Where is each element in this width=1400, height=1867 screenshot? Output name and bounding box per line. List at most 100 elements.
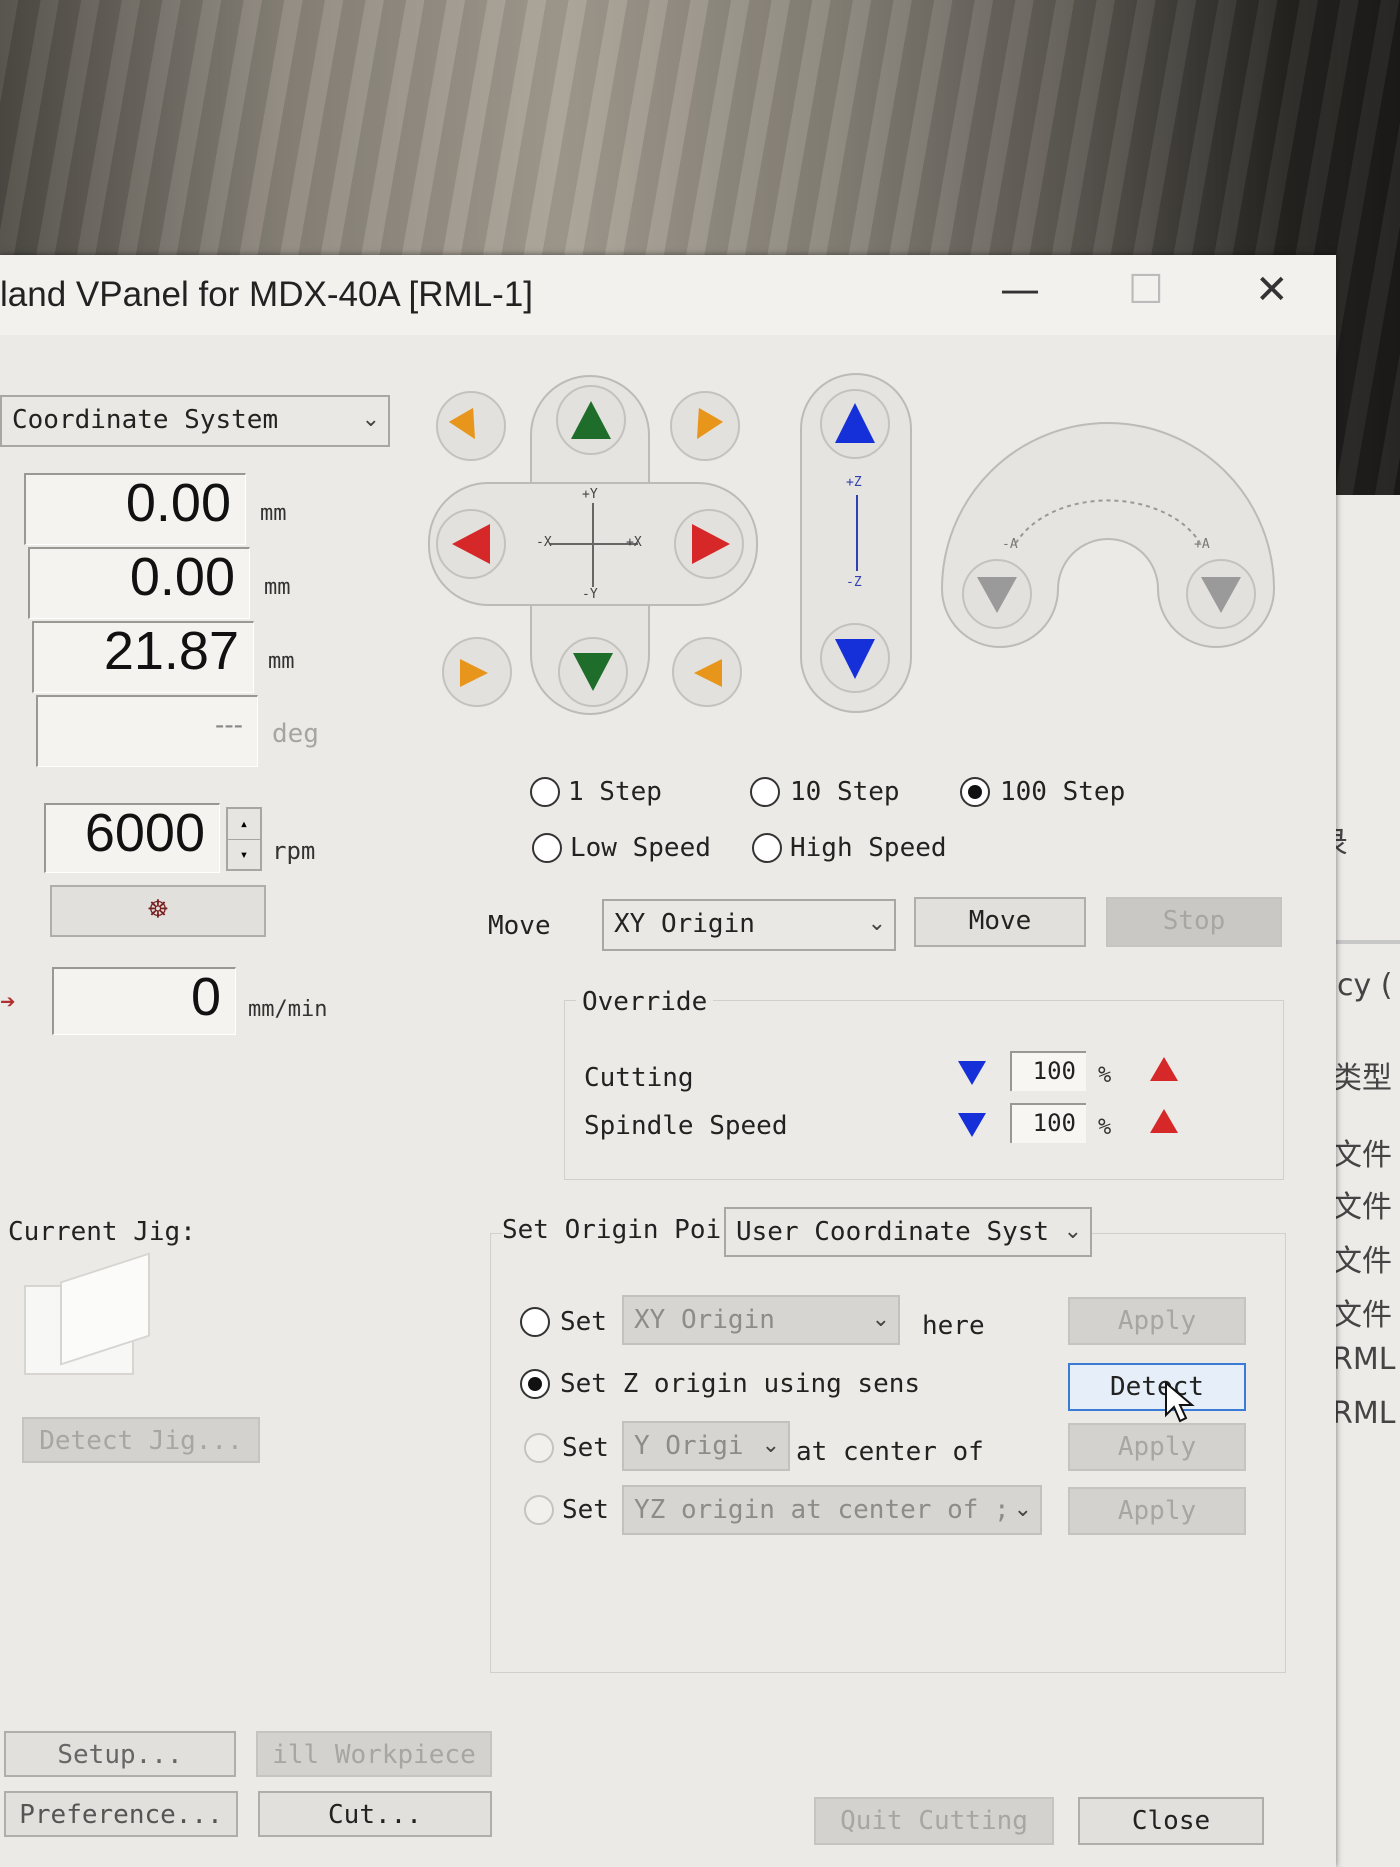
cutting-decrease-icon[interactable] <box>958 1061 986 1085</box>
stepper-down-icon[interactable]: ▾ <box>228 839 260 870</box>
jog-plus-y-button[interactable] <box>556 385 626 455</box>
chevron-down-icon: ⌄ <box>361 407 380 432</box>
jog-plus-a-button[interactable] <box>1186 559 1256 629</box>
spindle-percent-unit: % <box>1098 1115 1112 1140</box>
chevron-down-icon: ⌄ <box>871 1307 890 1332</box>
x-unit: mm <box>260 501 287 526</box>
row4-origin-select[interactable]: YZ origin at center of ; ⌄ <box>622 1485 1042 1535</box>
current-jig-label: Current Jig: <box>8 1217 196 1247</box>
radio-step-1[interactable] <box>530 777 560 807</box>
chevron-down-icon: ⌄ <box>867 911 886 936</box>
vpanel-window[interactable]: land VPanel for MDX-40A [RML-1] — ☐ ✕ Co… <box>0 255 1336 1867</box>
feed-arrow-icon: ➔ <box>0 987 16 1017</box>
minus-x-label: -X <box>536 535 552 550</box>
spindle-speed-input[interactable]: 6000 <box>44 803 220 873</box>
jog-minus-x-minus-y-button[interactable] <box>442 637 512 707</box>
side-text-4: 文件 <box>1332 1138 1392 1173</box>
radio-low-speed[interactable] <box>532 833 562 863</box>
move-target-select[interactable]: XY Origin ⌄ <box>602 899 896 951</box>
apply-yz-center-button[interactable]: Apply <box>1068 1487 1246 1535</box>
row3-origin-select[interactable]: Y Origi ⌄ <box>622 1421 790 1471</box>
spindle-increase-icon[interactable] <box>1150 1109 1178 1133</box>
spindle-override-label: Spindle Speed <box>584 1111 788 1141</box>
arrow-diagonal-icon <box>684 407 724 447</box>
xy-cross-horizontal <box>550 543 638 545</box>
row1-set-label: Set <box>560 1307 607 1337</box>
arrow-up-icon <box>835 403 875 443</box>
arrow-diagonal-icon <box>694 659 722 687</box>
close-window-button[interactable]: ✕ <box>1255 267 1289 313</box>
row4-set-label: Set <box>562 1495 609 1525</box>
jog-plus-x-minus-y-button[interactable] <box>672 637 742 707</box>
radio-set-xy-here[interactable] <box>520 1307 550 1337</box>
cut-button[interactable]: Cut... <box>258 1791 492 1837</box>
jog-plus-z-button[interactable] <box>820 389 890 459</box>
detect-z-button[interactable]: Detect <box>1068 1363 1246 1411</box>
mouse-cursor-icon <box>1165 1381 1195 1423</box>
minus-z-label: -Z <box>846 575 862 590</box>
minimize-button[interactable]: — <box>1000 267 1040 313</box>
radio-step-100[interactable] <box>960 777 990 807</box>
arrow-down-icon <box>977 577 1017 613</box>
spindle-decrease-icon[interactable] <box>958 1113 986 1137</box>
low-speed-label: Low Speed <box>570 833 711 863</box>
row1-origin-select[interactable]: XY Origin ⌄ <box>622 1295 900 1345</box>
plus-a-label: +A <box>1194 537 1210 552</box>
jog-plus-x-plus-y-button[interactable] <box>670 391 740 461</box>
x-coordinate-readout: 0.00 <box>24 473 246 545</box>
arrow-right-icon <box>692 524 730 564</box>
arrow-diagonal-icon <box>448 407 488 447</box>
close-button[interactable]: Close <box>1078 1797 1264 1845</box>
spindle-toggle-button[interactable]: ☸ <box>50 885 266 937</box>
jog-minus-y-button[interactable] <box>558 637 628 707</box>
row1-here-label: here <box>922 1311 985 1341</box>
coordinate-system-select[interactable]: Coordinate System ⌄ <box>0 395 390 447</box>
cutting-override-value: 100 <box>1010 1051 1086 1091</box>
jog-minus-z-button[interactable] <box>820 623 890 693</box>
radio-step-10[interactable] <box>750 777 780 807</box>
jog-plus-x-button[interactable] <box>674 509 744 579</box>
jog-minus-a-button[interactable] <box>962 559 1032 629</box>
cutting-increase-icon[interactable] <box>1150 1057 1178 1081</box>
spindle-speed-stepper[interactable]: ▴ ▾ <box>226 807 262 871</box>
title-bar[interactable]: land VPanel for MDX-40A [RML-1] — ☐ ✕ <box>0 255 1336 335</box>
arrow-down-icon <box>1201 577 1241 613</box>
apply-y-center-button[interactable]: Apply <box>1068 1423 1246 1471</box>
fill-workpiece-button[interactable]: ill Workpiece <box>256 1731 492 1777</box>
move-button[interactable]: Move <box>914 897 1086 947</box>
plus-y-label: +Y <box>582 487 598 502</box>
step-10-label: 10 Step <box>790 777 900 807</box>
arrow-left-icon <box>452 524 490 564</box>
radio-high-speed[interactable] <box>752 833 782 863</box>
a-unit: deg <box>272 719 319 749</box>
stop-button[interactable]: Stop <box>1106 897 1282 947</box>
radio-set-y-center[interactable] <box>524 1433 554 1463</box>
setup-button[interactable]: Setup... <box>4 1731 236 1777</box>
chevron-down-icon: ⌄ <box>1013 1497 1032 1522</box>
quit-cutting-button[interactable]: Quit Cutting <box>814 1797 1054 1845</box>
spindle-unit: rpm <box>272 837 316 865</box>
minus-y-label: -Y <box>582 587 598 602</box>
row3-center-label: at center of <box>796 1437 984 1467</box>
minus-a-label: -A <box>1002 537 1018 552</box>
jig-cube-top-icon <box>60 1252 150 1366</box>
row1-origin-value: XY Origin <box>634 1305 775 1335</box>
apply-xy-origin-button[interactable]: Apply <box>1068 1297 1246 1345</box>
radio-set-z-sensor[interactable] <box>520 1369 550 1399</box>
maximize-button[interactable]: ☐ <box>1128 267 1164 313</box>
z-axis-line <box>856 495 858 571</box>
side-text-5: 文件 <box>1332 1190 1392 1225</box>
feed-rate-readout: 0 <box>52 967 236 1035</box>
spindle-override-value: 100 <box>1010 1103 1086 1143</box>
jog-minus-x-plus-y-button[interactable] <box>436 391 506 461</box>
detect-jig-button[interactable]: Detect Jig... <box>22 1417 260 1463</box>
preference-button[interactable]: Preference... <box>4 1791 238 1837</box>
radio-set-yz-center[interactable] <box>524 1495 554 1525</box>
origin-system-select[interactable]: User Coordinate Syst ⌄ <box>724 1207 1092 1257</box>
chevron-down-icon: ⌄ <box>1063 1219 1082 1244</box>
stepper-up-icon[interactable]: ▴ <box>228 809 260 839</box>
z-coordinate-readout: 21.87 <box>32 621 254 693</box>
arrow-down-icon <box>573 653 613 691</box>
jog-minus-x-button[interactable] <box>436 509 506 579</box>
feed-unit: mm/min <box>248 997 328 1022</box>
